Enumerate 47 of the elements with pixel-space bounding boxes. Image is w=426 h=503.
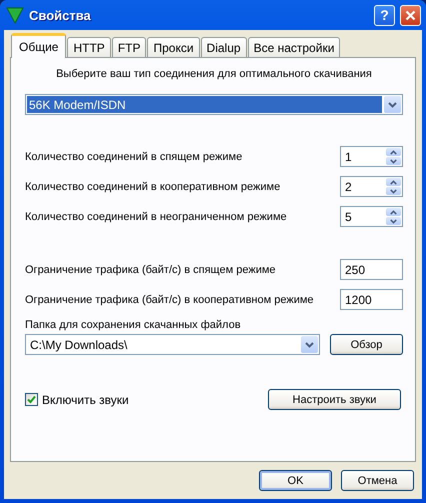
dropdown-button[interactable] bbox=[384, 96, 401, 113]
sound-checkbox[interactable]: Включить звуки bbox=[25, 392, 129, 406]
spin-down-button[interactable] bbox=[386, 187, 401, 195]
tab[interactable]: Общие bbox=[11, 33, 66, 58]
text-field[interactable]: 1200 bbox=[340, 289, 403, 310]
tab[interactable]: FTP bbox=[112, 37, 146, 57]
folder-dropdown[interactable]: C:\My Downloads\ bbox=[25, 334, 320, 355]
help-button[interactable]: ? bbox=[374, 4, 395, 26]
tab[interactable]: Dialup bbox=[200, 37, 247, 57]
connection-prompt: Выберите ваш тип соединения для оптимального скачивания bbox=[55, 68, 373, 80]
spin-up-button[interactable] bbox=[386, 208, 401, 216]
setting-label: Количество соединений в кооперативном режиме bbox=[25, 180, 280, 192]
tab[interactable]: Все настройки bbox=[248, 37, 340, 57]
chevron-down-icon bbox=[390, 158, 397, 164]
dropdown-button[interactable] bbox=[301, 336, 318, 353]
app-logo-icon bbox=[6, 6, 24, 24]
spin-up-button[interactable] bbox=[386, 178, 401, 186]
chevron-down-icon bbox=[388, 102, 397, 108]
setting-label: Ограничение трафика (байт/с) в спящем режиме bbox=[25, 264, 276, 276]
tab[interactable]: Прокси bbox=[147, 37, 200, 57]
close-icon bbox=[405, 10, 416, 20]
window-title: Свойства bbox=[29, 8, 92, 22]
chevron-up-icon bbox=[390, 180, 397, 184]
tab[interactable]: HTTP bbox=[67, 37, 111, 57]
chevron-up-icon bbox=[390, 150, 397, 154]
spin-field[interactable]: 1 bbox=[340, 146, 403, 167]
cancel-button[interactable]: Отмена bbox=[341, 470, 414, 491]
spin-field[interactable]: 5 bbox=[340, 206, 403, 227]
setting-label: Количество соединений в спящем режиме bbox=[25, 150, 242, 162]
close-button[interactable] bbox=[400, 4, 421, 26]
text-field[interactable]: 250 bbox=[340, 259, 403, 280]
spin-up-button[interactable] bbox=[386, 148, 401, 156]
ok-button[interactable]: OK bbox=[259, 470, 332, 491]
chevron-down-icon bbox=[390, 188, 397, 194]
chevron-up-icon bbox=[390, 210, 397, 214]
setting-label: Количество соединений в неограниченном режиме bbox=[25, 210, 287, 222]
connection-type-dropdown[interactable]: 56K Modem/ISDN bbox=[25, 94, 403, 115]
folder-label: Папка для сохранения скачанных файлов bbox=[25, 319, 242, 331]
spin-field[interactable]: 2 bbox=[340, 176, 403, 197]
check-icon bbox=[27, 395, 36, 404]
chevron-down-icon bbox=[305, 342, 314, 348]
spin-down-button[interactable] bbox=[386, 157, 401, 165]
spin-down-button[interactable] bbox=[386, 217, 401, 225]
chevron-down-icon bbox=[390, 218, 397, 224]
browse-button[interactable]: Обзор bbox=[330, 334, 403, 355]
setup-sounds-button[interactable]: Настроить звуки bbox=[268, 389, 401, 410]
setting-label: Ограничение трафика (байт/с) в кооперативном режиме bbox=[25, 294, 314, 306]
